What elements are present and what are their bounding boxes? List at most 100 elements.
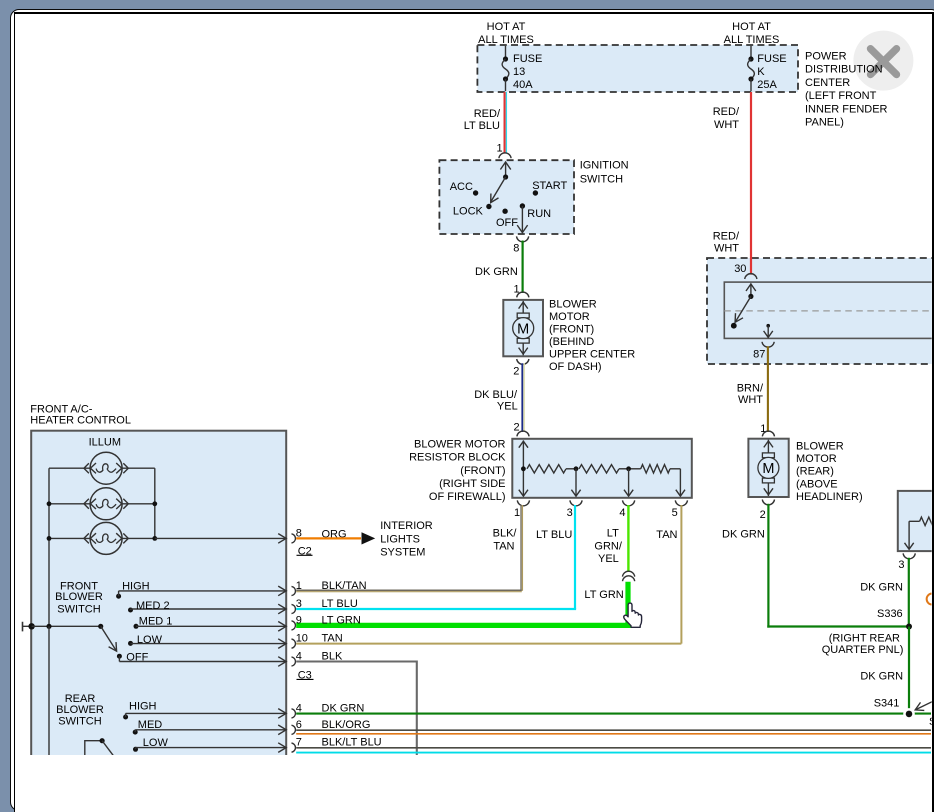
svg-text:M: M bbox=[517, 321, 529, 337]
svg-text:MOTOR: MOTOR bbox=[549, 311, 590, 323]
svg-text:3: 3 bbox=[296, 598, 302, 610]
svg-text:INNER FENDER: INNER FENDER bbox=[805, 103, 888, 115]
svg-text:(REAR): (REAR) bbox=[796, 466, 834, 478]
svg-text:2: 2 bbox=[760, 509, 766, 521]
svg-text:(FRONT): (FRONT) bbox=[549, 323, 594, 335]
svg-text:OFF: OFF bbox=[496, 217, 518, 229]
svg-text:START: START bbox=[532, 180, 567, 192]
svg-text:LIGHTS: LIGHTS bbox=[380, 533, 420, 545]
svg-text:3: 3 bbox=[898, 559, 904, 571]
svg-text:RUN: RUN bbox=[527, 208, 551, 220]
svg-text:TAN: TAN bbox=[656, 529, 677, 541]
svg-text:OF DASH): OF DASH) bbox=[549, 361, 602, 373]
svg-text:PANEL): PANEL) bbox=[805, 117, 844, 129]
svg-text:LOCK: LOCK bbox=[453, 205, 484, 217]
svg-text:FUSE: FUSE bbox=[757, 53, 786, 65]
svg-text:ALL TIMES: ALL TIMES bbox=[724, 34, 780, 46]
svg-text:DK GRN: DK GRN bbox=[722, 529, 765, 541]
svg-text:1: 1 bbox=[514, 507, 520, 519]
svg-text:DK BLU/: DK BLU/ bbox=[474, 389, 518, 401]
svg-text:BLK/TAN: BLK/TAN bbox=[322, 580, 367, 592]
svg-text:ALL TIMES: ALL TIMES bbox=[478, 34, 534, 46]
svg-text:POWER: POWER bbox=[805, 51, 847, 63]
svg-text:30: 30 bbox=[734, 263, 746, 275]
svg-text:SYSTEM: SYSTEM bbox=[380, 547, 425, 559]
svg-text:6: 6 bbox=[296, 719, 302, 731]
svg-text:BLOWER: BLOWER bbox=[55, 591, 103, 603]
svg-text:MED 1: MED 1 bbox=[139, 616, 173, 628]
svg-text:SWITCH: SWITCH bbox=[57, 604, 100, 616]
svg-text:HOT AT: HOT AT bbox=[732, 21, 771, 33]
svg-text:LT BLU: LT BLU bbox=[536, 529, 572, 541]
svg-text:LT BLU: LT BLU bbox=[464, 120, 500, 132]
svg-text:BLOWER MOTOR: BLOWER MOTOR bbox=[414, 439, 506, 451]
svg-text:MOTOR: MOTOR bbox=[796, 453, 837, 465]
svg-text:10: 10 bbox=[296, 633, 308, 645]
svg-text:S336: S336 bbox=[877, 608, 903, 620]
svg-text:87: 87 bbox=[753, 348, 765, 360]
svg-text:LT: LT bbox=[607, 528, 619, 540]
svg-text:TAN: TAN bbox=[493, 540, 514, 552]
svg-text:RED/: RED/ bbox=[713, 230, 740, 242]
svg-text:BRN/: BRN/ bbox=[737, 383, 764, 395]
svg-text:FUSE: FUSE bbox=[513, 53, 542, 65]
svg-text:HEADLINER): HEADLINER) bbox=[796, 491, 863, 503]
svg-text:40A: 40A bbox=[513, 79, 533, 91]
svg-text:9: 9 bbox=[296, 614, 302, 626]
svg-text:13: 13 bbox=[513, 66, 525, 78]
svg-text:SWITCH: SWITCH bbox=[580, 173, 623, 185]
svg-text:(ABOVE: (ABOVE bbox=[796, 478, 838, 490]
svg-text:2: 2 bbox=[514, 422, 520, 434]
svg-text:(BEHIND: (BEHIND bbox=[549, 336, 594, 348]
svg-text:TAN: TAN bbox=[322, 633, 343, 645]
svg-text:(RIGHT REAR: (RIGHT REAR bbox=[829, 633, 900, 645]
svg-text:DK GRN: DK GRN bbox=[860, 671, 903, 683]
svg-text:RED/: RED/ bbox=[713, 106, 740, 118]
svg-text:1: 1 bbox=[497, 142, 503, 154]
svg-text:1: 1 bbox=[296, 580, 302, 592]
svg-text:MED 2: MED 2 bbox=[136, 600, 170, 612]
svg-text:RED/: RED/ bbox=[474, 108, 501, 120]
svg-text:K: K bbox=[757, 66, 765, 78]
svg-text:LOW: LOW bbox=[143, 737, 169, 749]
svg-text:IGNITION: IGNITION bbox=[580, 160, 629, 172]
svg-text:DK GRN: DK GRN bbox=[860, 581, 903, 593]
svg-text:CENTER: CENTER bbox=[805, 77, 850, 89]
svg-text:GRN/: GRN/ bbox=[594, 540, 622, 552]
svg-text:8: 8 bbox=[513, 243, 519, 255]
svg-text:QUARTER PNL): QUARTER PNL) bbox=[822, 644, 904, 656]
svg-text:(LEFT FRONT: (LEFT FRONT bbox=[805, 90, 877, 102]
svg-text:LOW: LOW bbox=[137, 634, 163, 646]
svg-text:ACC: ACC bbox=[450, 181, 473, 193]
svg-text:UPPER CENTER: UPPER CENTER bbox=[549, 348, 635, 360]
svg-text:BLK/ORG: BLK/ORG bbox=[322, 719, 371, 731]
svg-text:RESISTOR BLOCK: RESISTOR BLOCK bbox=[409, 452, 506, 464]
svg-text:5: 5 bbox=[672, 507, 678, 519]
svg-text:WHT: WHT bbox=[714, 243, 739, 255]
svg-text:HEATER CONTROL: HEATER CONTROL bbox=[30, 415, 131, 427]
svg-text:SWITCH: SWITCH bbox=[58, 716, 101, 728]
svg-text:MED: MED bbox=[138, 719, 163, 731]
svg-text:25A: 25A bbox=[757, 79, 777, 91]
svg-text:2: 2 bbox=[513, 366, 519, 378]
svg-text:HIGH: HIGH bbox=[122, 580, 150, 592]
svg-text:OFF: OFF bbox=[126, 652, 148, 664]
svg-text:3: 3 bbox=[567, 507, 573, 519]
svg-text:WHT: WHT bbox=[738, 394, 763, 406]
svg-text:BLOWER: BLOWER bbox=[796, 441, 844, 453]
svg-text:WHT: WHT bbox=[714, 119, 739, 131]
svg-text:LT GRN: LT GRN bbox=[322, 614, 361, 626]
svg-text:HOT AT: HOT AT bbox=[487, 21, 526, 33]
svg-text:(RIGHT SIDE: (RIGHT SIDE bbox=[439, 478, 505, 490]
svg-text:BLK/: BLK/ bbox=[493, 528, 518, 540]
svg-text:DK GRN: DK GRN bbox=[475, 266, 518, 278]
svg-text:LT GRN: LT GRN bbox=[584, 589, 623, 601]
svg-text:S341: S341 bbox=[874, 697, 900, 709]
svg-text:M: M bbox=[762, 461, 774, 477]
svg-text:ILLUM: ILLUM bbox=[89, 437, 121, 449]
svg-text:INTERIOR: INTERIOR bbox=[380, 520, 433, 532]
svg-text:DISTRIBUTION: DISTRIBUTION bbox=[805, 64, 883, 76]
svg-text:HIGH: HIGH bbox=[129, 701, 157, 713]
svg-text:4: 4 bbox=[619, 507, 625, 519]
svg-text:OF FIREWALL): OF FIREWALL) bbox=[429, 491, 506, 503]
